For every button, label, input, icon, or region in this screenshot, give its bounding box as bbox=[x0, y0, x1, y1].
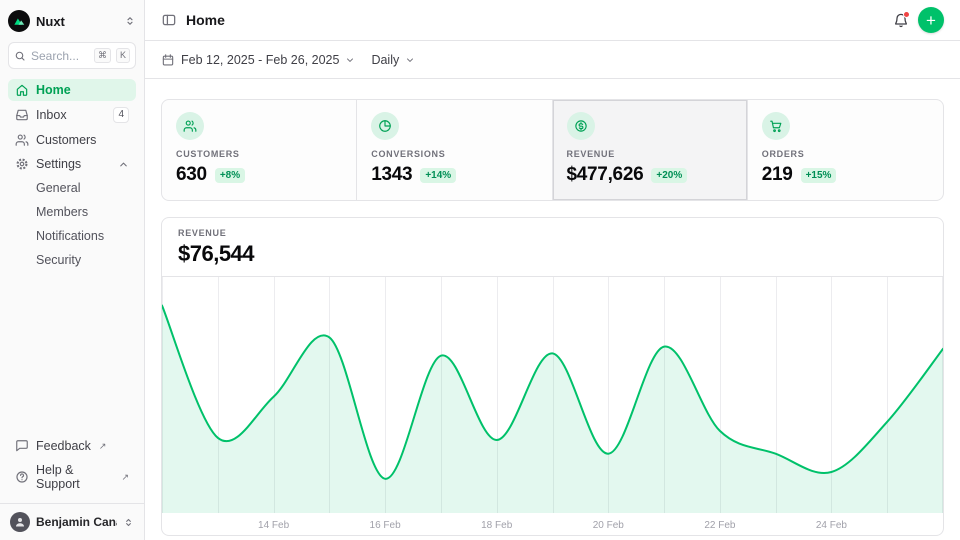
sidebar-item-label: Home bbox=[36, 83, 71, 97]
search-input[interactable]: Search... ⌘ K bbox=[8, 42, 136, 69]
nuxt-logo-icon bbox=[8, 10, 30, 32]
stat-delta-badge: +14% bbox=[420, 168, 456, 183]
help-support-label: Help & Support bbox=[36, 463, 113, 491]
notifications-button[interactable] bbox=[893, 12, 909, 28]
user-menu[interactable]: Benjamin Canac bbox=[0, 503, 144, 540]
external-link-icon: ↗ bbox=[121, 472, 129, 483]
sidebar-item-label: Settings bbox=[36, 157, 81, 171]
users-icon bbox=[176, 112, 204, 140]
dollar-circle-icon bbox=[567, 112, 595, 140]
stat-value: 630 bbox=[176, 164, 207, 186]
svg-text:16 Feb: 16 Feb bbox=[370, 520, 402, 531]
workspace-switcher[interactable]: Nuxt bbox=[0, 0, 144, 38]
selector-chevrons-icon bbox=[123, 517, 134, 528]
sidebar-item-security[interactable]: Security bbox=[8, 249, 136, 271]
chevron-down-icon bbox=[345, 55, 355, 65]
stat-delta-badge: +8% bbox=[215, 168, 245, 183]
stat-revenue[interactable]: REVENUE $477,626 +20% bbox=[553, 100, 748, 200]
sidebar-item-label: Customers bbox=[36, 133, 96, 147]
revenue-chart-body[interactable]: 14 Feb 16 Feb 18 Feb 20 Feb 22 Feb 24 Feb bbox=[162, 277, 943, 535]
stat-label: CUSTOMERS bbox=[176, 149, 342, 159]
stat-value: $477,626 bbox=[567, 164, 644, 186]
stat-label: ORDERS bbox=[762, 149, 929, 159]
selector-chevrons-icon bbox=[124, 15, 136, 27]
stat-value: 1343 bbox=[371, 164, 412, 186]
page-title: Home bbox=[186, 12, 225, 28]
plus-icon: + bbox=[926, 12, 936, 29]
kbd-cmd: ⌘ bbox=[94, 48, 111, 63]
page-header: Home + bbox=[145, 0, 960, 41]
inbox-count-badge: 4 bbox=[113, 107, 129, 123]
filters-toolbar: Feb 12, 2025 - Feb 26, 2025 Daily bbox=[145, 41, 960, 79]
svg-text:18 Feb: 18 Feb bbox=[481, 520, 513, 531]
chart-header: REVENUE $76,544 bbox=[162, 218, 943, 277]
stat-label: REVENUE bbox=[567, 149, 733, 159]
user-name: Benjamin Canac bbox=[36, 515, 117, 529]
svg-text:20 Feb: 20 Feb bbox=[593, 520, 625, 531]
chart-title: REVENUE bbox=[178, 228, 927, 238]
external-link-icon: ↗ bbox=[99, 441, 107, 452]
date-range-label: Feb 12, 2025 - Feb 26, 2025 bbox=[181, 53, 339, 67]
home-icon bbox=[15, 83, 29, 97]
speech-bubble-icon bbox=[15, 439, 29, 453]
svg-text:14 Feb: 14 Feb bbox=[258, 520, 290, 531]
sidebar-spacer bbox=[0, 271, 144, 435]
main-area: Home + Feb 12, 2025 - Feb 26, 2025 Daily bbox=[145, 0, 960, 540]
kbd-k: K bbox=[116, 48, 130, 63]
sidebar-item-home[interactable]: Home bbox=[8, 79, 136, 101]
chevron-down-icon bbox=[405, 55, 415, 65]
granularity-label: Daily bbox=[371, 53, 399, 67]
search-icon bbox=[14, 50, 26, 62]
feedback-label: Feedback bbox=[36, 439, 91, 453]
sidebar-item-members[interactable]: Members bbox=[8, 201, 136, 223]
sidebar-item-general[interactable]: General bbox=[8, 177, 136, 199]
settings-subnav: General Members Notifications Security bbox=[8, 177, 136, 271]
chart-current-value: $76,544 bbox=[178, 241, 927, 267]
dashboard-content: CUSTOMERS 630 +8% CONVERSIONS 1343 +14% bbox=[145, 79, 960, 540]
sidebar-nav: Home Inbox 4 Customers Settings bbox=[0, 79, 144, 271]
stat-label: CONVERSIONS bbox=[371, 149, 537, 159]
svg-text:22 Feb: 22 Feb bbox=[704, 520, 736, 531]
granularity-select[interactable]: Daily bbox=[371, 53, 415, 67]
notification-dot bbox=[903, 11, 910, 18]
feedback-link[interactable]: Feedback ↗ bbox=[8, 435, 136, 457]
calendar-icon bbox=[161, 53, 175, 67]
workspace-name: Nuxt bbox=[36, 14, 118, 29]
gear-icon bbox=[15, 157, 29, 171]
panel-left-icon[interactable] bbox=[161, 12, 177, 28]
sidebar-item-inbox[interactable]: Inbox 4 bbox=[8, 103, 136, 127]
inbox-icon bbox=[15, 108, 29, 122]
app-window: Nuxt Search... ⌘ K Home bbox=[0, 0, 960, 540]
stat-conversions[interactable]: CONVERSIONS 1343 +14% bbox=[357, 100, 552, 200]
stats-row: CUSTOMERS 630 +8% CONVERSIONS 1343 +14% bbox=[161, 99, 944, 201]
avatar bbox=[10, 512, 30, 532]
sidebar-item-label: Inbox bbox=[36, 108, 67, 122]
users-icon bbox=[15, 133, 29, 147]
stat-customers[interactable]: CUSTOMERS 630 +8% bbox=[162, 100, 357, 200]
sidebar-footer: Feedback ↗ Help & Support ↗ bbox=[0, 435, 144, 503]
revenue-chart-card: REVENUE $76,544 14 Feb 16 Feb 18 Feb 20 Feb… bbox=[161, 217, 944, 536]
search-placeholder: Search... bbox=[31, 49, 89, 63]
stat-delta-badge: +20% bbox=[651, 168, 687, 183]
sidebar-item-customers[interactable]: Customers bbox=[8, 129, 136, 151]
sidebar: Nuxt Search... ⌘ K Home bbox=[0, 0, 145, 540]
help-support-link[interactable]: Help & Support ↗ bbox=[8, 459, 136, 495]
svg-text:24 Feb: 24 Feb bbox=[816, 520, 848, 531]
stat-orders[interactable]: ORDERS 219 +15% bbox=[748, 100, 943, 200]
stat-value: 219 bbox=[762, 164, 793, 186]
date-range-picker[interactable]: Feb 12, 2025 - Feb 26, 2025 bbox=[161, 53, 355, 67]
stat-delta-badge: +15% bbox=[801, 168, 837, 183]
sidebar-item-settings[interactable]: Settings bbox=[8, 153, 136, 175]
cart-icon bbox=[762, 112, 790, 140]
pie-chart-icon bbox=[371, 112, 399, 140]
chevron-up-icon bbox=[118, 159, 129, 170]
sidebar-item-notifications[interactable]: Notifications bbox=[8, 225, 136, 247]
help-circle-icon bbox=[15, 470, 29, 484]
add-button[interactable]: + bbox=[918, 7, 944, 33]
